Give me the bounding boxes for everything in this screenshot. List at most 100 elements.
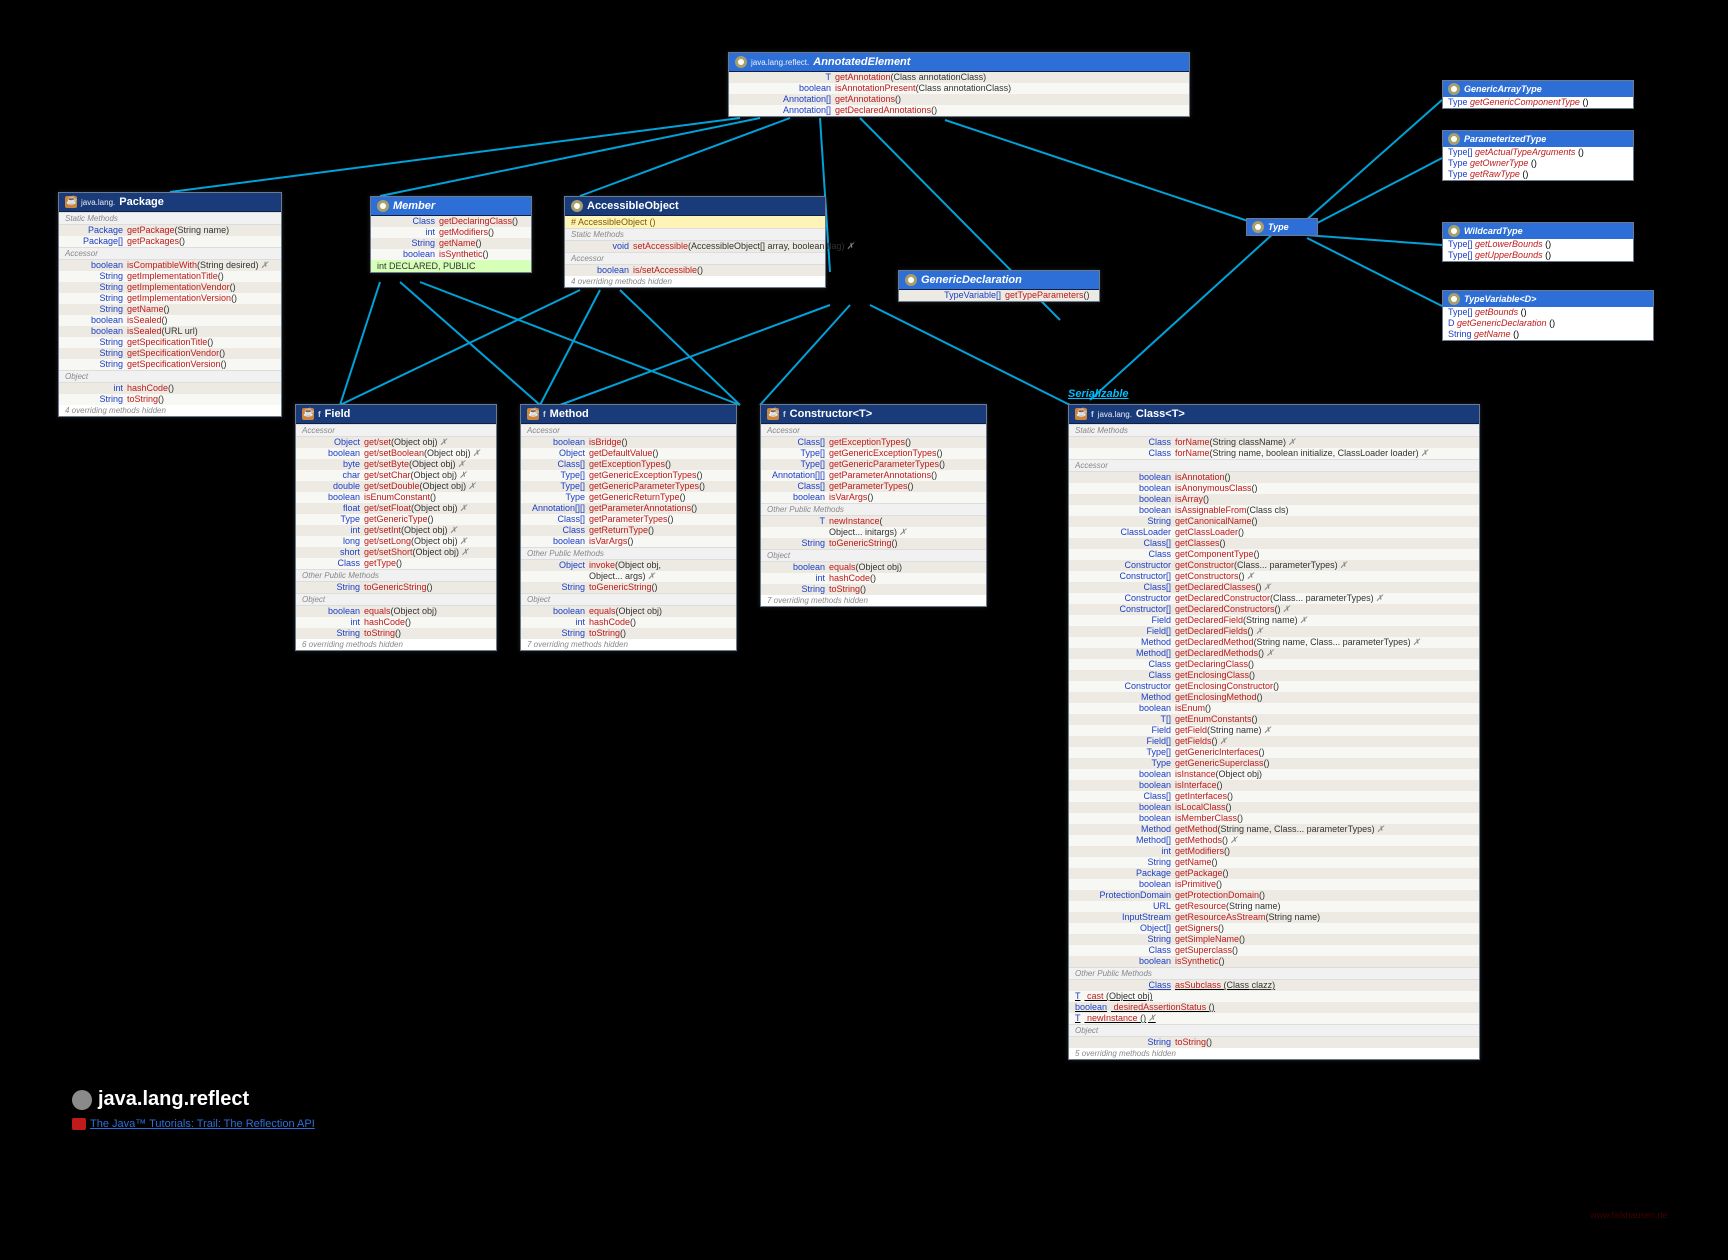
method-row: boolean equals (Object obj) xyxy=(296,606,496,617)
interface-icon xyxy=(571,200,583,212)
member-constants: int DECLARED, PUBLIC xyxy=(371,260,531,272)
method-row: Method[] getMethods ()✗ xyxy=(1069,835,1479,846)
method-row: boolean isAnonymousClass () xyxy=(1069,483,1479,494)
section-static: Static Methods xyxy=(59,212,281,225)
method-row: Class getDeclaringClass () xyxy=(371,216,531,227)
method-row: String getName () xyxy=(1443,329,1653,340)
method-row: String getName () xyxy=(371,238,531,249)
serializable-label: Serializable xyxy=(1068,388,1129,400)
method-row: int get/setInt (Object obj)✗ xyxy=(296,525,496,536)
section-static: Static Methods xyxy=(1069,424,1479,437)
wildcard-type-box: WildcardType Type[] getLowerBounds ()Typ… xyxy=(1442,222,1634,262)
method-row: Object getDefaultValue () xyxy=(521,448,736,459)
method-row: Type[] getBounds () xyxy=(1443,307,1653,318)
member-box: Member Class getDeclaringClass () int ge… xyxy=(370,196,532,273)
method-row: String toString () xyxy=(296,628,496,639)
package-footer: 4 overriding methods hidden xyxy=(59,405,281,416)
interface-icon xyxy=(1252,221,1264,233)
method-row: Method[] getDeclaredMethods ()✗ xyxy=(1069,648,1479,659)
method-row: ClassLoader getClassLoader () xyxy=(1069,527,1479,538)
method-row: Class getSuperclass () xyxy=(1069,945,1479,956)
method-row: Type[] getUpperBounds () xyxy=(1443,250,1633,261)
constructor-box: fConstructor<T> Accessor Class[] getExce… xyxy=(760,404,987,607)
generic-declaration-name: GenericDeclaration xyxy=(921,274,1022,286)
method-row: Constructor getEnclosingConstructor () xyxy=(1069,681,1479,692)
constructor-footer: 7 overriding methods hidden xyxy=(761,595,986,606)
package-name: Package xyxy=(119,196,164,208)
method-row: boolean isAnnotation () xyxy=(1069,472,1479,483)
interface-icon xyxy=(1448,293,1460,305)
method-row: T cast (Object obj) xyxy=(1069,991,1479,1002)
class-box: fjava.lang.Class<T> Static Methods Class… xyxy=(1068,404,1480,1060)
method-row: String getImplementationVersion () xyxy=(59,293,281,304)
annotated-element-pkg: java.lang.reflect. xyxy=(751,58,809,67)
method-row: Type getGenericType () xyxy=(296,514,496,525)
package-pkg: java.lang. xyxy=(81,198,115,207)
page-title-text: java.lang.reflect xyxy=(98,1088,249,1111)
method-row: byte get/setByte (Object obj)✗ xyxy=(296,459,496,470)
annotated-element-box: java.lang.reflect. AnnotatedElement T ge… xyxy=(728,52,1190,117)
method-row: String getSpecificationVersion () xyxy=(59,359,281,370)
type-name: Type xyxy=(1268,222,1289,232)
method-row: Class getReturnType () xyxy=(521,525,736,536)
method-row: String toString () xyxy=(521,628,736,639)
member-name: Member xyxy=(393,200,435,212)
field-footer: 6 overriding methods hidden xyxy=(296,639,496,650)
section-other: Other Public Methods xyxy=(1069,967,1479,980)
method-row: String toString () xyxy=(59,394,281,405)
method-row: Field getDeclaredField (String name)✗ xyxy=(1069,615,1479,626)
method-row: Type[] getGenericExceptionTypes () xyxy=(521,470,736,481)
interface-icon xyxy=(735,56,747,68)
class-icon xyxy=(65,196,77,208)
type-variable-box: TypeVariable<D> Type[] getBounds ()D get… xyxy=(1442,290,1654,341)
section-other: Other Public Methods xyxy=(296,569,496,582)
method-footer: 7 overriding methods hidden xyxy=(521,639,736,650)
method-row: Constructor getDeclaredConstructor (Clas… xyxy=(1069,593,1479,604)
tutorial-link[interactable]: The Java™ Tutorials: Trail: The Reflecti… xyxy=(72,1118,315,1130)
section-accessor: Accessor xyxy=(565,252,825,265)
class-icon xyxy=(767,408,779,420)
method-row: Method getEnclosingMethod () xyxy=(1069,692,1479,703)
method-row: Class asSubclass (Class clazz) xyxy=(1069,980,1479,991)
method-row: String getCanonicalName () xyxy=(1069,516,1479,527)
method-row: boolean isEnumConstant () xyxy=(296,492,496,503)
method-row: Annotation[][] getParameterAnnotations (… xyxy=(521,503,736,514)
method-row: Annotation[] getDeclaredAnnotations () xyxy=(729,105,1189,116)
interface-icon xyxy=(905,274,917,286)
method-row: Type[] getGenericParameterTypes () xyxy=(761,459,986,470)
method-row: String toGenericString () xyxy=(761,538,986,549)
interface-icon xyxy=(377,200,389,212)
class-name: Class<T> xyxy=(1136,408,1185,420)
method-row: boolean isLocalClass () xyxy=(1069,802,1479,813)
method-row: String toString () xyxy=(1069,1037,1479,1048)
accessible-object-footer: 4 overriding methods hidden xyxy=(565,276,825,287)
method-name: Method xyxy=(550,408,589,420)
method-row: String getSpecificationVendor () xyxy=(59,348,281,359)
section-object: Object xyxy=(296,593,496,606)
method-row: int hashCode () xyxy=(521,617,736,628)
method-row: Annotation[] getAnnotations () xyxy=(729,94,1189,105)
method-row: Type getRawType () xyxy=(1443,169,1633,180)
method-row: String getImplementationVendor () xyxy=(59,282,281,293)
method-row: Class[] getDeclaredClasses ()✗ xyxy=(1069,582,1479,593)
constructor-name: Constructor<T> xyxy=(790,408,873,420)
method-row: boolean isAnnotationPresent (Class annot… xyxy=(729,83,1189,94)
method-row: long get/setLong (Object obj)✗ xyxy=(296,536,496,547)
method-row: Object invoke (Object obj, xyxy=(521,560,736,571)
method-row: boolean isPrimitive () xyxy=(1069,879,1479,890)
method-row: Class forName (String name, boolean init… xyxy=(1069,448,1479,459)
tutorial-link-text: The Java™ Tutorials: Trail: The Reflecti… xyxy=(90,1118,315,1130)
type-box: Type xyxy=(1246,218,1318,236)
method-row: String getName () xyxy=(1069,857,1479,868)
method-row: Package getPackage (String name) xyxy=(59,225,281,236)
parameterized-type-box: ParameterizedType Type[] getActualTypeAr… xyxy=(1442,130,1634,181)
method-row: Object get/set (Object obj)✗ xyxy=(296,437,496,448)
method-row: String getSimpleName () xyxy=(1069,934,1479,945)
type-header: Type xyxy=(1247,219,1317,235)
section-object: Object xyxy=(761,549,986,562)
method-row: Type[] getGenericInterfaces () xyxy=(1069,747,1479,758)
method-row: short get/setShort (Object obj)✗ xyxy=(296,547,496,558)
class-icon xyxy=(302,408,314,420)
section-accessor: Accessor xyxy=(296,424,496,437)
section-object: Object xyxy=(521,593,736,606)
